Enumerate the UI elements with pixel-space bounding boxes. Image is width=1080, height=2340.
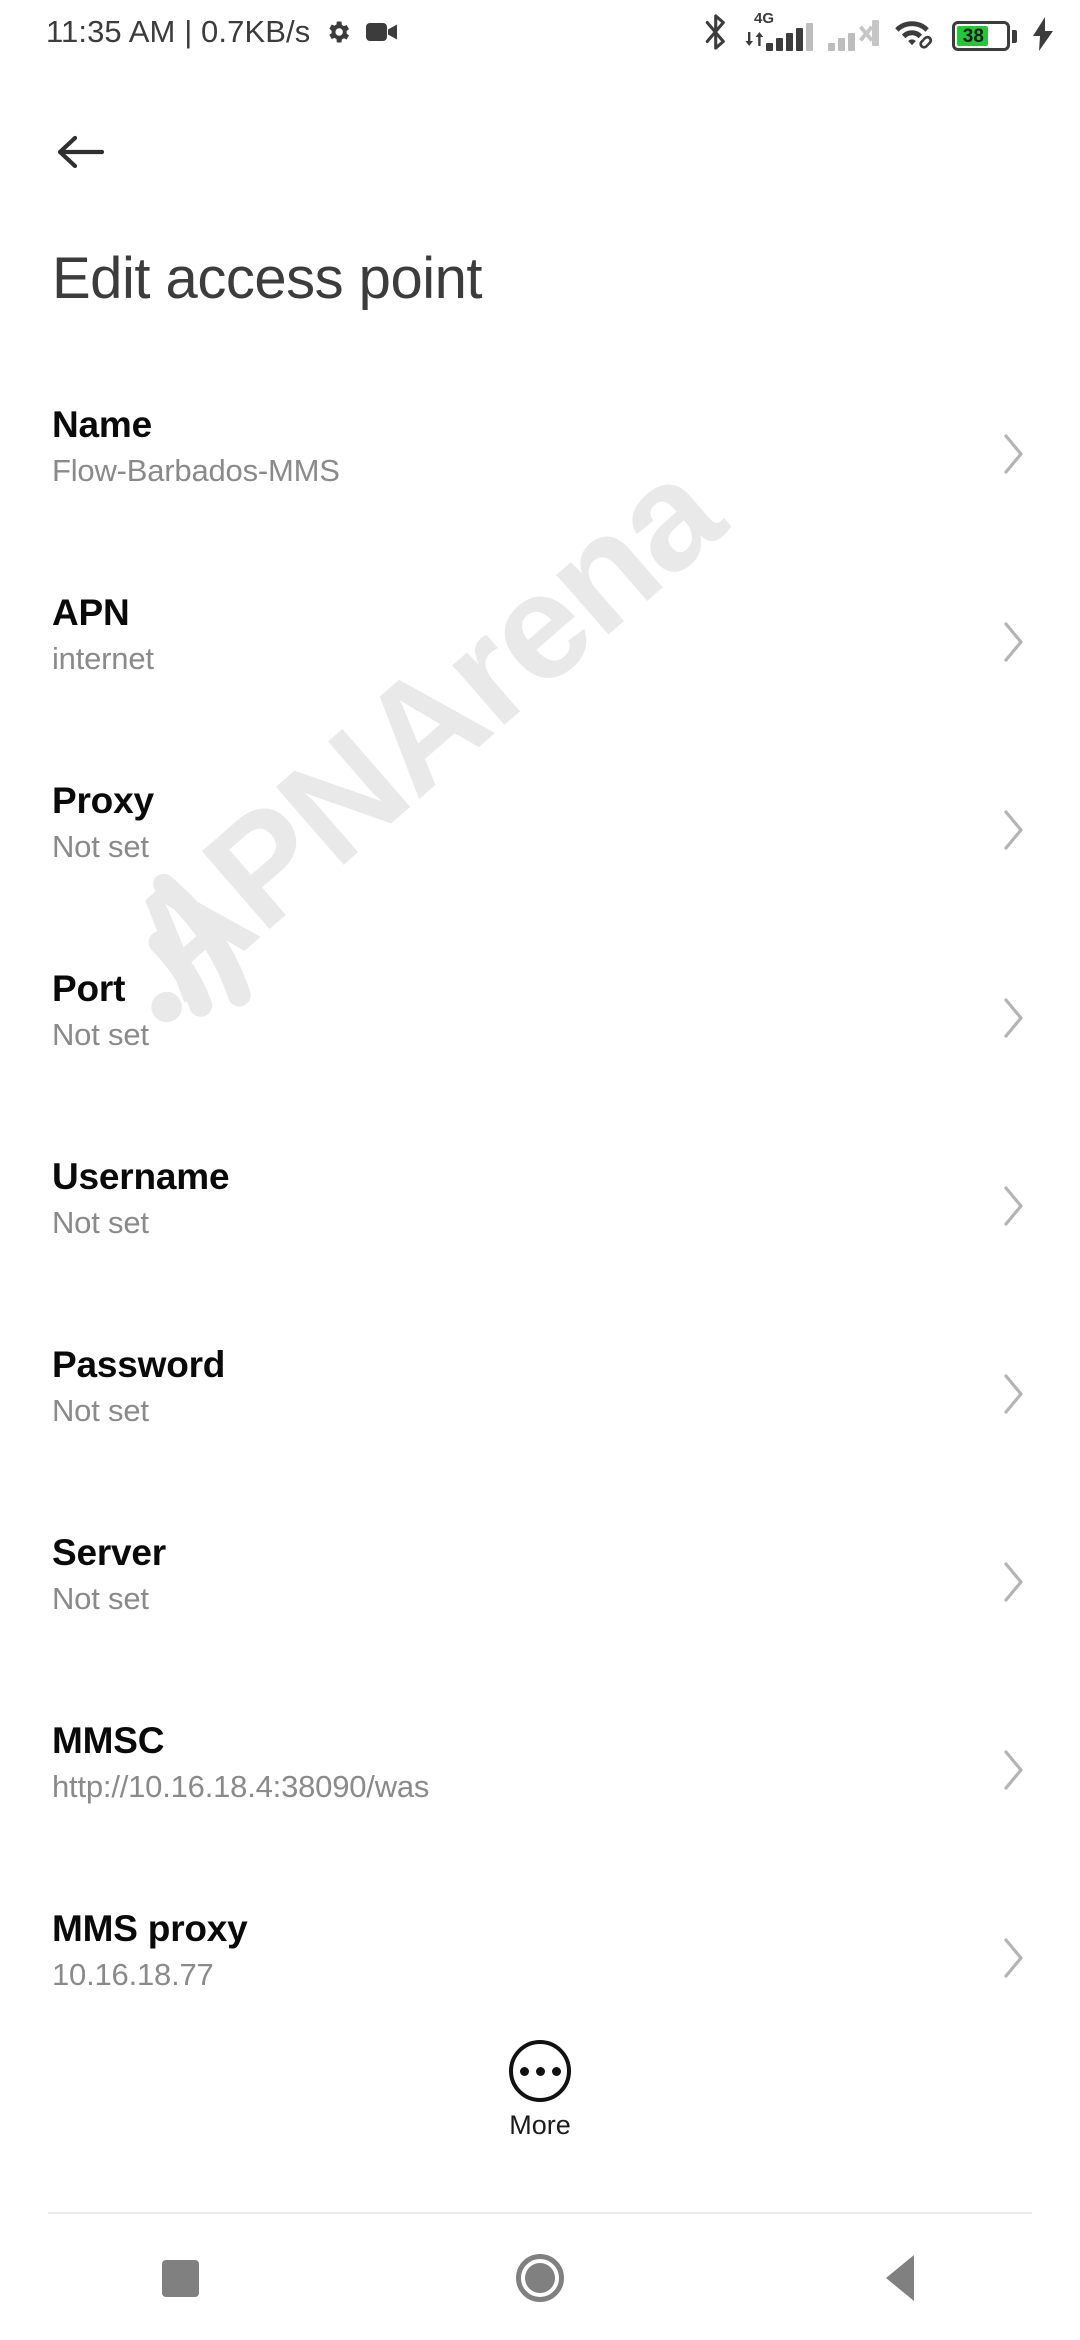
chevron-right-icon xyxy=(998,1708,1028,1794)
status-bar-right: 4G 38 xyxy=(703,10,1054,51)
setting-value: Not set xyxy=(52,1392,149,1428)
setting-value: Not set xyxy=(52,1204,149,1240)
setting-value: Not set xyxy=(52,1580,149,1616)
sim2-signal-icon xyxy=(828,15,880,51)
navigation-bar xyxy=(0,2216,1080,2340)
chevron-right-icon xyxy=(998,768,1028,854)
back-button[interactable] xyxy=(42,112,122,192)
battery-fill: 38 xyxy=(957,26,988,46)
triangle-left-icon xyxy=(886,2255,914,2301)
setting-value: internet xyxy=(52,640,154,676)
chevron-right-icon xyxy=(998,1520,1028,1606)
dot xyxy=(535,2066,545,2076)
setting-value: Not set xyxy=(52,828,149,864)
setting-label: Username xyxy=(52,1156,230,1197)
nav-home-button[interactable] xyxy=(360,2216,720,2340)
settings-row[interactable]: Password Not set xyxy=(0,1332,1080,1520)
gear-icon xyxy=(324,18,352,46)
arrow-left-icon xyxy=(57,135,105,169)
settings-row[interactable]: Username Not set xyxy=(0,1144,1080,1332)
setting-label: MMSC xyxy=(52,1720,165,1761)
more-button[interactable]: More xyxy=(0,2040,1080,2141)
setting-value: 10.16.18.77 xyxy=(52,1956,214,1992)
no-service-x-icon xyxy=(858,20,880,51)
setting-label: Password xyxy=(52,1344,226,1385)
settings-row[interactable]: MMSC http://10.16.18.4:38090/was xyxy=(0,1708,1080,1896)
chevron-right-icon xyxy=(998,392,1028,478)
setting-label: Server xyxy=(52,1532,167,1573)
ellipsis-circle-icon xyxy=(509,2040,571,2102)
page-title: Edit access point xyxy=(52,246,482,311)
wifi-linked-icon xyxy=(895,17,937,51)
phone-screen: 11:35 AM | 0.7KB/s 4G 38 APNArena Edit a… xyxy=(0,0,1080,2340)
row-texts: Username Not set xyxy=(52,1144,230,1240)
battery-body: 38 xyxy=(952,21,1010,51)
signal-bars-dim xyxy=(828,25,855,51)
bluetooth-icon xyxy=(703,13,729,51)
row-texts: Port Not set xyxy=(52,956,149,1051)
circle-inner xyxy=(525,2263,555,2293)
setting-value: Not set xyxy=(52,1016,149,1052)
charging-bolt-icon xyxy=(1032,17,1054,51)
network-type-label: 4G xyxy=(754,10,775,27)
setting-value: http://10.16.18.4:38090/was xyxy=(52,1768,430,1804)
dot xyxy=(551,2066,561,2076)
more-label: More xyxy=(509,2110,571,2140)
chevron-right-icon xyxy=(998,1896,1028,1982)
setting-label: Port xyxy=(52,968,126,1009)
row-texts: MMSC http://10.16.18.4:38090/was xyxy=(52,1708,429,1803)
bottom-divider xyxy=(48,2212,1032,2214)
setting-label: APN xyxy=(52,592,130,633)
signal-bars xyxy=(766,23,813,51)
camcorder-icon xyxy=(366,20,398,44)
setting-label: Proxy xyxy=(52,780,154,821)
row-texts: APN internet xyxy=(52,580,154,675)
row-texts: MMS proxy 10.16.18.77 xyxy=(52,1896,248,1991)
battery-indicator: 38 xyxy=(952,21,1017,51)
row-texts: Name Flow-Barbados-MMS xyxy=(52,392,340,487)
settings-row[interactable]: Server Not set xyxy=(0,1520,1080,1708)
row-texts: Proxy Not set xyxy=(52,768,154,863)
sim1-signal-icon: 4G xyxy=(744,10,813,51)
circle-icon xyxy=(516,2254,564,2302)
chevron-right-icon xyxy=(998,580,1028,666)
status-clock: 11:35 AM | 0.7KB/s xyxy=(46,14,311,49)
status-bar-left: 11:35 AM | 0.7KB/s xyxy=(46,14,398,50)
square-icon xyxy=(161,2259,199,2297)
settings-row[interactable]: Name Flow-Barbados-MMS xyxy=(0,392,1080,580)
row-texts: Password Not set xyxy=(52,1332,225,1427)
data-arrows-icon xyxy=(744,25,764,51)
settings-row[interactable]: APN internet xyxy=(0,580,1080,768)
setting-label: MMS proxy xyxy=(52,1908,248,1949)
nav-back-button[interactable] xyxy=(720,2216,1080,2340)
setting-value: Flow-Barbados-MMS xyxy=(52,452,340,488)
battery-percent-label: 38 xyxy=(962,25,984,47)
chevron-right-icon xyxy=(998,956,1028,1042)
battery-cap xyxy=(1012,29,1017,43)
setting-label: Name xyxy=(52,404,152,445)
status-bar: 11:35 AM | 0.7KB/s 4G 38 xyxy=(0,0,1080,64)
row-texts: Server Not set xyxy=(52,1520,166,1615)
dot xyxy=(519,2066,529,2076)
apn-settings-list: Name Flow-Barbados-MMS APN internet Proxy Not… xyxy=(0,392,1080,2084)
nav-recents-button[interactable] xyxy=(0,2216,360,2340)
chevron-right-icon xyxy=(998,1144,1028,1230)
settings-row[interactable]: Port Not set xyxy=(0,956,1080,1144)
settings-row[interactable]: Proxy Not set xyxy=(0,768,1080,956)
chevron-right-icon xyxy=(998,1332,1028,1418)
